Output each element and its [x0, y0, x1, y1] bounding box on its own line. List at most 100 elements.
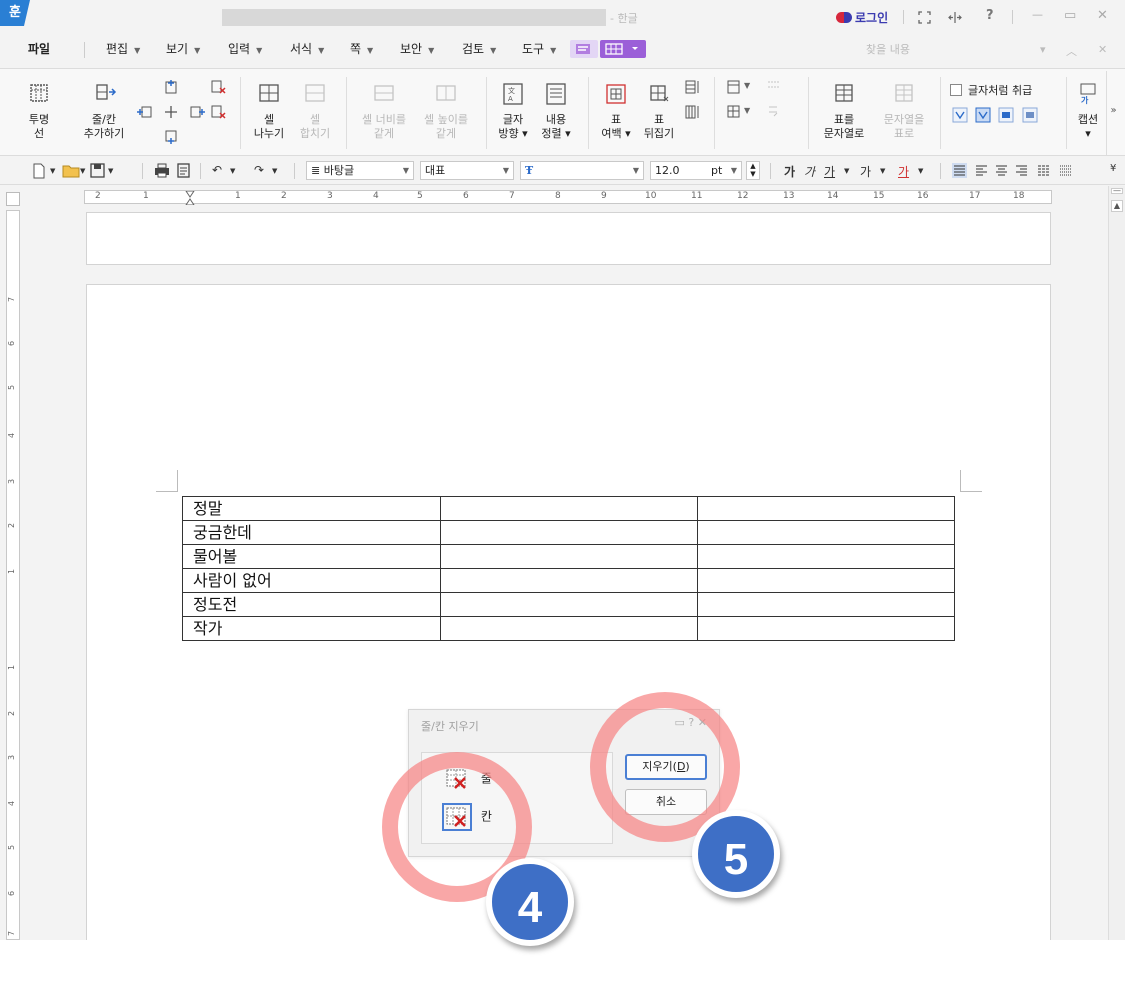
- strikethrough-icon[interactable]: 가: [860, 163, 871, 180]
- style-select[interactable]: ≣ 바탕글 ▼: [306, 161, 414, 180]
- font-color-dropdown[interactable]: ▼: [918, 167, 923, 175]
- treat-as-char-checkbox-box[interactable]: [950, 84, 962, 96]
- cell-props-dropdown[interactable]: ▼: [744, 106, 750, 115]
- treat-as-char-checkbox[interactable]: 글자처럼 취급: [950, 82, 1032, 98]
- distribute-cols-icon[interactable]: [684, 104, 700, 120]
- insert-plus-icon[interactable]: [163, 104, 179, 120]
- text-to-table-button[interactable]: 문자열을 표로: [876, 81, 932, 141]
- cell-fill-dropdown[interactable]: ▼: [744, 81, 750, 90]
- formula-icon[interactable]: [766, 104, 782, 120]
- menu-edit[interactable]: 편집 ▼: [106, 40, 140, 57]
- text-direction-button[interactable]: 文A 글자 방향 ▾: [494, 81, 532, 141]
- redo-icon[interactable]: ↷: [254, 163, 264, 177]
- scroll-split-handle[interactable]: —: [1111, 187, 1123, 195]
- insert-col-left-icon[interactable]: [136, 104, 152, 120]
- vertical-scrollbar[interactable]: — ▲: [1108, 186, 1125, 940]
- ribbon-expand-button[interactable]: »: [1106, 71, 1120, 155]
- menu-insert[interactable]: 입력 ▼: [228, 40, 262, 57]
- merge-cell-button[interactable]: 셀 합치기: [294, 81, 336, 141]
- caption-button[interactable]: 가 캡션 ▾: [1072, 81, 1104, 141]
- menu-page[interactable]: 쪽 ▼: [350, 40, 373, 57]
- menu-review[interactable]: 검토 ▼: [462, 40, 496, 57]
- close-search-icon[interactable]: ✕: [1098, 43, 1107, 56]
- wrap-topbottom-icon[interactable]: [975, 107, 991, 123]
- save-dropdown[interactable]: ▼: [108, 167, 113, 175]
- table-cell[interactable]: [440, 616, 698, 641]
- delete-col-icon[interactable]: [210, 104, 226, 120]
- table-cell[interactable]: 물어볼: [182, 544, 441, 569]
- vertical-ruler[interactable]: 7 6 5 4 3 2 1 1 2 3 4 5 6 7: [6, 210, 20, 940]
- minimize-icon[interactable]: —: [1032, 8, 1043, 21]
- table-layout-tab[interactable]: [600, 40, 646, 58]
- new-document-icon[interactable]: [32, 163, 46, 179]
- scroll-up-button[interactable]: ▲: [1111, 200, 1123, 212]
- insert-row-below-icon[interactable]: [163, 129, 179, 145]
- table-cell[interactable]: 사람이 없어: [182, 568, 441, 593]
- horizontal-ruler[interactable]: 2 1 1 2 3 4 5 6 7 8 9 10 11 12 13 14 15 …: [84, 190, 1052, 205]
- equal-width-button[interactable]: 셀 너비를 같게: [356, 81, 412, 141]
- underline-dropdown[interactable]: ▼: [844, 167, 849, 175]
- save-icon[interactable]: [90, 163, 105, 178]
- login-button[interactable]: 로그인: [836, 9, 888, 26]
- language-select[interactable]: 대표 ▼: [420, 161, 514, 180]
- transparent-line-button[interactable]: 투명 선: [20, 81, 58, 141]
- print-preview-icon[interactable]: [176, 163, 191, 178]
- cell-fill-icon[interactable]: [726, 79, 742, 95]
- open-folder-dropdown[interactable]: ▼: [80, 167, 85, 175]
- font-select[interactable]: Ŧ ▼: [520, 161, 644, 180]
- align-split-icon[interactable]: [1058, 163, 1073, 178]
- table-cell[interactable]: [697, 520, 955, 545]
- indent-marker-icon[interactable]: [185, 191, 195, 205]
- ribbon-collapse-icon[interactable]: ︿: [1066, 43, 1077, 59]
- menu-tools[interactable]: 도구 ▼: [522, 40, 556, 57]
- table-cell[interactable]: [697, 496, 955, 521]
- cell-props-icon[interactable]: [726, 104, 742, 120]
- wrap-behind-icon[interactable]: [1022, 107, 1038, 123]
- menu-security[interactable]: 보안 ▼: [400, 40, 434, 57]
- ruler-corner[interactable]: [6, 192, 20, 206]
- resize-icon[interactable]: [948, 11, 962, 24]
- restore-icon[interactable]: ▭: [1064, 8, 1076, 23]
- bold-icon[interactable]: 가: [784, 163, 795, 180]
- insert-row-above-icon[interactable]: [163, 79, 179, 95]
- fullscreen-icon[interactable]: [918, 11, 931, 24]
- strike-dropdown[interactable]: ▼: [880, 167, 885, 175]
- table-design-tab[interactable]: [570, 40, 598, 58]
- underline-icon[interactable]: 가: [824, 163, 835, 180]
- table-cell[interactable]: 정도전: [182, 592, 441, 617]
- split-cell-button[interactable]: 셀 나누기: [248, 81, 290, 141]
- table-cell[interactable]: [440, 568, 698, 593]
- wrap-front-icon[interactable]: [998, 107, 1014, 123]
- redo-dropdown[interactable]: ▼: [272, 167, 277, 175]
- toolbar-expand-icon[interactable]: ¥: [1110, 163, 1116, 174]
- align-left-icon[interactable]: [974, 163, 989, 178]
- undo-icon[interactable]: ↶: [212, 163, 222, 177]
- document-table[interactable]: 정말 궁금한데 물어볼 사람이 없어 정도전 작가: [182, 496, 955, 641]
- new-document-dropdown[interactable]: ▼: [50, 167, 55, 175]
- content-align-button[interactable]: 내용 정렬 ▾: [536, 81, 576, 141]
- cell-border-icon[interactable]: [766, 79, 782, 95]
- align-justify-icon[interactable]: [952, 163, 967, 178]
- insert-col-right-icon[interactable]: [190, 104, 206, 120]
- table-to-text-button[interactable]: 표를 문자열로: [816, 81, 872, 141]
- close-icon[interactable]: ✕: [1097, 8, 1108, 23]
- font-size-input[interactable]: 12.0 pt ▼: [650, 161, 742, 180]
- table-cell[interactable]: [440, 544, 698, 569]
- table-cell[interactable]: [697, 616, 955, 641]
- distribute-rows-icon[interactable]: [684, 79, 700, 95]
- table-cell[interactable]: 정말: [182, 496, 441, 521]
- font-color-icon[interactable]: 가: [898, 163, 909, 180]
- align-right-icon[interactable]: [1014, 163, 1029, 178]
- add-row-col-button[interactable]: 줄/칸 추가하기: [76, 81, 132, 141]
- table-cell[interactable]: [440, 520, 698, 545]
- delete-row-icon[interactable]: [210, 79, 226, 95]
- menu-view[interactable]: 보기 ▼: [166, 40, 200, 57]
- table-cell[interactable]: 작가: [182, 616, 441, 641]
- wrap-square-icon[interactable]: [952, 107, 968, 123]
- table-cell[interactable]: 궁금한데: [182, 520, 441, 545]
- table-cell[interactable]: [440, 592, 698, 617]
- help-icon[interactable]: ?: [986, 8, 994, 23]
- table-cell[interactable]: [440, 496, 698, 521]
- table-cell[interactable]: [697, 544, 955, 569]
- flip-table-button[interactable]: 표 뒤집기: [638, 81, 680, 141]
